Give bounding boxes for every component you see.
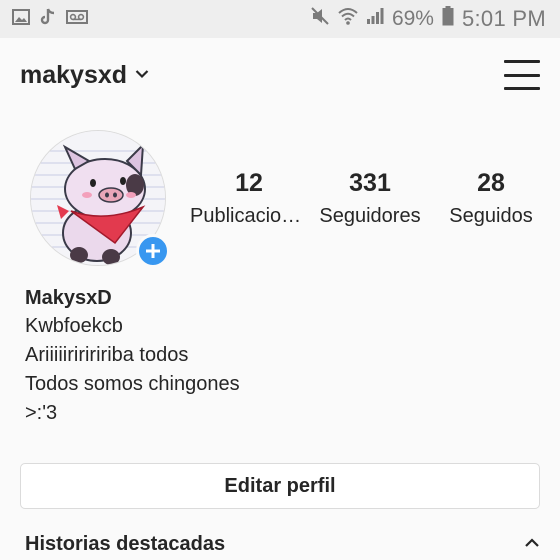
battery-percent: 69% [391,7,434,30]
posts-label: Publicaciones [190,205,308,227]
status-bar: 69% 5:01 PM [0,0,560,38]
stat-posts[interactable]: 12 Publicaciones [190,168,308,228]
add-story-button[interactable] [136,234,170,268]
voicemail-icon [66,9,88,30]
mute-icon [310,7,330,31]
followers-label: Seguidores [319,205,421,227]
posts-count: 12 [235,169,263,197]
battery-icon [442,6,454,32]
followers-count: 331 [349,169,391,197]
status-bar-left [12,8,88,31]
edit-profile-button[interactable]: Editar perfil [20,463,540,509]
stat-following[interactable]: 28 Seguidos [432,168,550,228]
image-icon [12,8,30,30]
status-bar-right: 69% 5:01 PM [310,6,546,32]
display-name: MakysxD [25,287,112,309]
bio-line: >:'3 [25,402,58,424]
profile-bio: MakysxD Kwbfoekcb Ariiiiiririririba todo… [25,284,525,428]
bio-line: Kwbfoekcb [25,315,123,337]
account-switcher[interactable]: makysxd [20,61,149,90]
profile-avatar-container [30,130,170,268]
wifi-icon [338,7,358,31]
signal-icon [366,7,384,31]
chevron-up-icon[interactable] [524,535,540,553]
bio-line: Todos somos chingones [25,373,240,395]
tiktok-icon [40,8,56,31]
profile-header: makysxd [0,38,560,112]
plus-icon [146,244,160,258]
profile-stats: 12 Publicaciones 331 Seguidores 28 Segui… [190,168,550,228]
stat-followers[interactable]: 331 Seguidores [311,168,429,228]
chevron-down-icon [135,66,149,84]
following-count: 28 [477,169,505,197]
story-highlights-header[interactable]: Historias destacadas [25,528,540,560]
username: makysxd [20,60,128,89]
bio-line: Ariiiiiririririba todos [25,344,189,366]
hamburger-menu-icon[interactable] [504,60,540,90]
following-label: Seguidos [449,205,533,227]
clock: 5:01 PM [461,6,546,31]
highlights-title: Historias destacadas [25,532,226,555]
